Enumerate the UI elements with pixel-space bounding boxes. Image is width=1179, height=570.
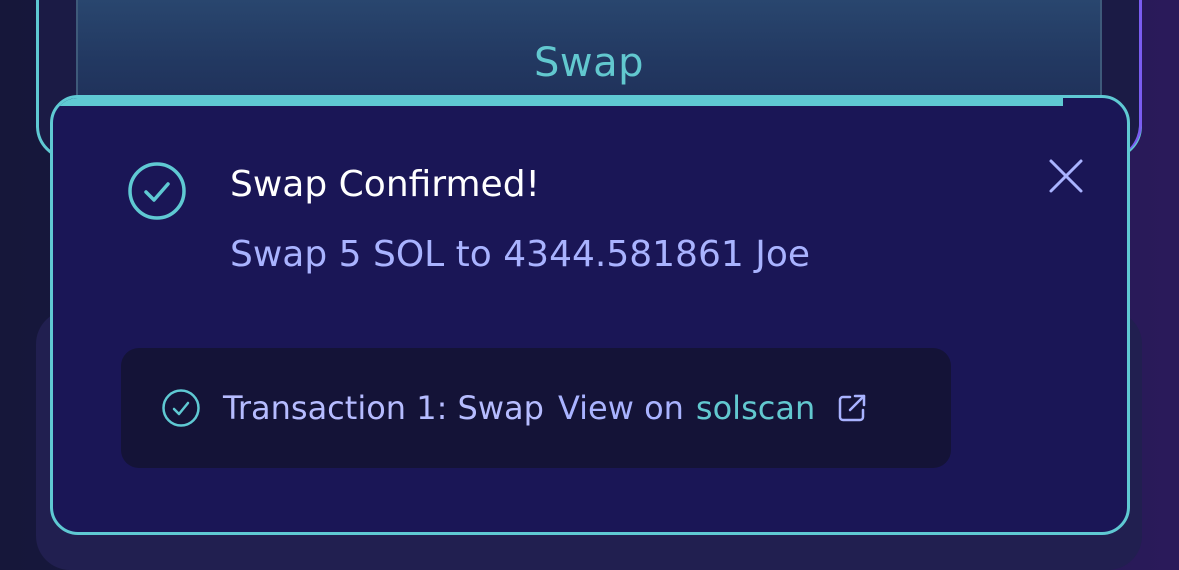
transaction-label: Transaction 1: Swap	[223, 389, 544, 427]
toast-title: Swap Confirmed!	[230, 164, 540, 205]
toast-message: Swap 5 SOL to 4344.581861 Joe	[230, 234, 810, 275]
solscan-link[interactable]: solscan	[696, 389, 815, 427]
check-circle-icon	[128, 162, 186, 220]
external-link-icon[interactable]	[835, 391, 869, 425]
toast-progress-bar	[53, 98, 1063, 106]
view-on-label: View on	[557, 389, 684, 427]
transaction-row: Transaction 1: Swap View on solscan	[121, 348, 951, 468]
close-icon[interactable]	[1043, 153, 1089, 199]
check-circle-icon	[162, 389, 200, 427]
swap-confirmed-toast: Swap Confirmed! Swap 5 SOL to 4344.58186…	[50, 95, 1130, 535]
swap-button-label: Swap	[533, 40, 644, 86]
